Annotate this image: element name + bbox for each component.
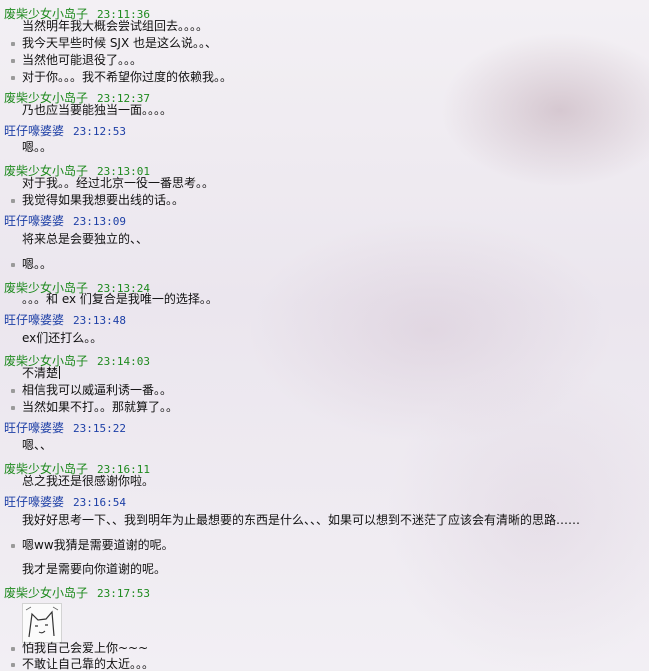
message-line: 当然明年我大概会尝试组回去。。。。 [22,19,209,33]
message-timestamp: 23:17:53 [97,587,150,600]
message-header: 废柴少女小岛子 23:16:11 [4,458,150,476]
sender-name[interactable]: 旺仔嚎婆婆 [4,421,64,435]
line-bullet-icon [11,389,15,393]
message-header: 旺仔嚎婆婆 23:13:09 [4,210,126,228]
message-line: 当然如果不打。。那就算了。。 [22,400,179,414]
message-line: 乃也应当要能独当一面。。。。 [22,103,173,117]
message-timestamp: 23:16:54 [73,496,126,509]
message-line: 嗯。。 [22,257,53,271]
message-line: 不敢让自己靠的太近。。。 [22,657,155,671]
message-timestamp: 23:13:48 [73,314,126,327]
message-line: 我好好思考一下、、我到明年为止最想要的东西是什么、、、如果可以想到不迷茫了应该会… [22,513,581,527]
message-header: 废柴少女小岛子 23:13:01 [4,160,150,178]
sender-name[interactable]: 旺仔嚎婆婆 [4,495,64,509]
message-line: 怕我自己会爱上你~~~ [22,641,149,655]
message-line-with-cursor: 不清楚 [22,366,61,380]
message-line: 将来总是会要独立的、、 [22,232,149,246]
message-line: 不清楚 [22,366,59,380]
message-line: 对于我。。经过北京一役一番思考。。 [22,176,215,190]
line-bullet-icon [11,663,15,667]
line-bullet-icon [11,263,15,267]
doodle-face-sticker-icon[interactable] [22,603,62,643]
message-line: 当然他可能退役了。。。 [22,53,143,67]
line-bullet-icon [11,647,15,651]
message-timestamp: 23:14:03 [97,355,150,368]
message-header: 废柴少女小岛子 23:12:37 [4,87,150,105]
message-line: 相信我可以威逼利诱一番。。 [22,383,173,397]
line-bullet-icon [11,76,15,80]
message-timestamp: 23:15:22 [73,422,126,435]
message-line: 我今天早些时候 SJX 也是这么说。。、 [22,36,218,50]
message-header: 废柴少女小岛子 23:11:36 [4,3,150,21]
message-header: 旺仔嚎婆婆 23:15:22 [4,417,126,435]
line-bullet-icon [11,59,15,63]
line-bullet-icon [11,199,15,203]
message-line: 总之我还是很感谢你啦。 [22,474,155,488]
text-cursor [59,366,61,379]
message-header: 旺仔嚎婆婆 23:13:48 [4,309,126,327]
sender-name[interactable]: 废柴少女小岛子 [4,586,88,600]
message-line: 。。。和 ex 们复合是我唯一的选择。。 [22,292,218,306]
message-header: 废柴少女小岛子 23:14:03 [4,350,150,368]
sender-name[interactable]: 旺仔嚎婆婆 [4,124,64,138]
line-bullet-icon [11,406,15,410]
sender-name[interactable]: 旺仔嚎婆婆 [4,313,64,327]
sender-name[interactable]: 旺仔嚎婆婆 [4,214,64,228]
message-line: 嗯、、 [22,438,53,452]
message-header: 废柴少女小岛子 23:17:53 [4,582,150,600]
message-header: 旺仔嚎婆婆 23:12:53 [4,120,126,138]
message-line: 嗯。。 [22,140,53,154]
message-line: 对于你。。。我不希望你过度的依赖我。。 [22,70,233,84]
message-line: 我觉得如果我想要出线的话。。 [22,193,185,207]
line-bullet-icon [11,42,15,46]
message-line: ex们还打么。。 [22,331,103,345]
message-timestamp: 23:13:09 [73,215,126,228]
message-header: 废柴少女小岛子 23:13:24 [4,277,150,295]
message-line: 我才是需要向你道谢的呢。 [22,562,167,576]
line-bullet-icon [11,544,15,548]
message-timestamp: 23:12:53 [73,125,126,138]
message-header: 旺仔嚎婆婆 23:16:54 [4,491,126,509]
message-line: 嗯ww我猜是需要道谢的呢。 [22,538,174,552]
